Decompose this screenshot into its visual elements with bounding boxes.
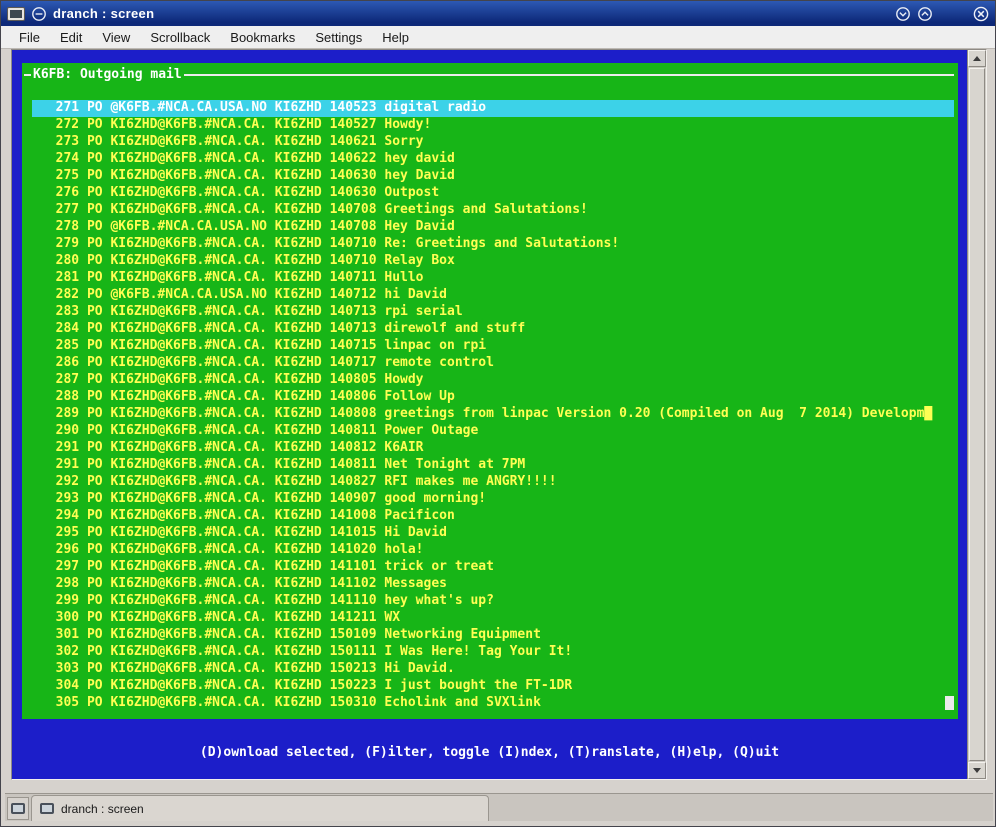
mail-row[interactable]: 272 PO KI6ZHD@K6FB.#NCA.CA. KI6ZHD 14052…: [32, 117, 954, 134]
menu-view[interactable]: View: [92, 28, 140, 47]
menubar: File Edit View Scrollback Bookmarks Sett…: [1, 26, 995, 49]
sticky-icon[interactable]: [31, 6, 47, 22]
mail-row[interactable]: 289 PO KI6ZHD@K6FB.#NCA.CA. KI6ZHD 14080…: [32, 406, 954, 423]
mail-row[interactable]: 280 PO KI6ZHD@K6FB.#NCA.CA. KI6ZHD 14071…: [32, 253, 954, 270]
mail-row[interactable]: 298 PO KI6ZHD@K6FB.#NCA.CA. KI6ZHD 14110…: [32, 576, 954, 593]
menu-file[interactable]: File: [9, 28, 50, 47]
terminal-widget: K6FB: Outgoing mail 271 PO @K6FB.#NCA.CA…: [11, 49, 987, 780]
mail-row[interactable]: 292 PO KI6ZHD@K6FB.#NCA.CA. KI6ZHD 14082…: [32, 474, 954, 491]
mail-row[interactable]: 288 PO KI6ZHD@K6FB.#NCA.CA. KI6ZHD 14080…: [32, 389, 954, 406]
mail-row[interactable]: 275 PO KI6ZHD@K6FB.#NCA.CA. KI6ZHD 14063…: [32, 168, 954, 185]
terminal-screen[interactable]: K6FB: Outgoing mail 271 PO @K6FB.#NCA.CA…: [12, 50, 967, 779]
status-line: (D)ownload selected, (F)ilter, toggle (I…: [199, 745, 780, 760]
arrow-down-icon: [973, 768, 981, 773]
mail-row[interactable]: 300 PO KI6ZHD@K6FB.#NCA.CA. KI6ZHD 14121…: [32, 610, 954, 627]
mail-row[interactable]: 284 PO KI6ZHD@K6FB.#NCA.CA. KI6ZHD 14071…: [32, 321, 954, 338]
panel-title: K6FB: Outgoing mail: [33, 67, 182, 82]
mail-row[interactable]: 286 PO KI6ZHD@K6FB.#NCA.CA. KI6ZHD 14071…: [32, 355, 954, 372]
mail-row[interactable]: 303 PO KI6ZHD@K6FB.#NCA.CA. KI6ZHD 15021…: [32, 661, 954, 678]
header-line-right: [183, 73, 954, 76]
mail-row[interactable]: 290 PO KI6ZHD@K6FB.#NCA.CA. KI6ZHD 14081…: [32, 423, 954, 440]
menu-edit[interactable]: Edit: [50, 28, 92, 47]
mail-row[interactable]: 302 PO KI6ZHD@K6FB.#NCA.CA. KI6ZHD 15011…: [32, 644, 954, 661]
maximize-button[interactable]: [917, 6, 933, 22]
menu-scrollback[interactable]: Scrollback: [140, 28, 220, 47]
mail-row[interactable]: 299 PO KI6ZHD@K6FB.#NCA.CA. KI6ZHD 14111…: [32, 593, 954, 610]
mail-row[interactable]: 276 PO KI6ZHD@K6FB.#NCA.CA. KI6ZHD 14063…: [32, 185, 954, 202]
mail-row[interactable]: 274 PO KI6ZHD@K6FB.#NCA.CA. KI6ZHD 14062…: [32, 151, 954, 168]
konsole-window: dranch : screen File Edit View Scrollbac…: [0, 0, 996, 827]
terminal-cursor: [945, 696, 954, 710]
scrollbar-thumb[interactable]: [969, 68, 985, 761]
close-button[interactable]: [973, 6, 989, 22]
window-title: dranch : screen: [53, 6, 155, 21]
mail-row[interactable]: 278 PO @K6FB.#NCA.CA.USA.NO KI6ZHD 14070…: [32, 219, 954, 236]
session-tabbar: dranch : screen: [5, 793, 993, 821]
mail-row[interactable]: 283 PO KI6ZHD@K6FB.#NCA.CA. KI6ZHD 14071…: [32, 304, 954, 321]
mail-row[interactable]: 291 PO KI6ZHD@K6FB.#NCA.CA. KI6ZHD 14081…: [32, 440, 954, 457]
arrow-up-icon: [973, 56, 981, 61]
new-session-button[interactable]: [7, 797, 29, 820]
header-line-left: [24, 73, 31, 76]
mail-row[interactable]: 301 PO KI6ZHD@K6FB.#NCA.CA. KI6ZHD 15010…: [32, 627, 954, 644]
mail-row[interactable]: 277 PO KI6ZHD@K6FB.#NCA.CA. KI6ZHD 14070…: [32, 202, 954, 219]
session-tab-label: dranch : screen: [61, 801, 144, 816]
minimize-button[interactable]: [895, 6, 911, 22]
terminal-tab-icon: [40, 803, 54, 814]
scrollbar[interactable]: [967, 50, 986, 779]
mail-list: 271 PO @K6FB.#NCA.CA.USA.NO KI6ZHD 14052…: [32, 100, 954, 712]
mail-row[interactable]: 295 PO KI6ZHD@K6FB.#NCA.CA. KI6ZHD 14101…: [32, 525, 954, 542]
menu-settings[interactable]: Settings: [305, 28, 372, 47]
titlebar[interactable]: dranch : screen: [1, 1, 995, 26]
mail-row[interactable]: 285 PO KI6ZHD@K6FB.#NCA.CA. KI6ZHD 14071…: [32, 338, 954, 355]
terminal-session-icon: [11, 803, 25, 814]
session-tab[interactable]: dranch : screen: [31, 795, 489, 821]
mail-row[interactable]: 293 PO KI6ZHD@K6FB.#NCA.CA. KI6ZHD 14090…: [32, 491, 954, 508]
mail-row[interactable]: 279 PO KI6ZHD@K6FB.#NCA.CA. KI6ZHD 14071…: [32, 236, 954, 253]
mail-row[interactable]: 296 PO KI6ZHD@K6FB.#NCA.CA. KI6ZHD 14102…: [32, 542, 954, 559]
mail-row[interactable]: 287 PO KI6ZHD@K6FB.#NCA.CA. KI6ZHD 14080…: [32, 372, 954, 389]
mail-row[interactable]: 305 PO KI6ZHD@K6FB.#NCA.CA. KI6ZHD 15031…: [32, 695, 954, 712]
menu-help[interactable]: Help: [372, 28, 419, 47]
mail-row[interactable]: 282 PO @K6FB.#NCA.CA.USA.NO KI6ZHD 14071…: [32, 287, 954, 304]
mail-row[interactable]: 294 PO KI6ZHD@K6FB.#NCA.CA. KI6ZHD 14100…: [32, 508, 954, 525]
scroll-down-button[interactable]: [968, 762, 986, 779]
mail-row[interactable]: 273 PO KI6ZHD@K6FB.#NCA.CA. KI6ZHD 14062…: [32, 134, 954, 151]
mail-row[interactable]: 281 PO KI6ZHD@K6FB.#NCA.CA. KI6ZHD 14071…: [32, 270, 954, 287]
mail-row[interactable]: 291 PO KI6ZHD@K6FB.#NCA.CA. KI6ZHD 14081…: [32, 457, 954, 474]
konsole-app-icon: [7, 6, 25, 21]
outgoing-mail-panel: K6FB: Outgoing mail 271 PO @K6FB.#NCA.CA…: [22, 63, 958, 719]
mail-row[interactable]: 297 PO KI6ZHD@K6FB.#NCA.CA. KI6ZHD 14110…: [32, 559, 954, 576]
panel-header: K6FB: Outgoing mail: [22, 66, 958, 83]
mail-row[interactable]: 271 PO @K6FB.#NCA.CA.USA.NO KI6ZHD 14052…: [32, 100, 954, 117]
menu-bookmarks[interactable]: Bookmarks: [220, 28, 305, 47]
mail-row[interactable]: 304 PO KI6ZHD@K6FB.#NCA.CA. KI6ZHD 15022…: [32, 678, 954, 695]
scroll-up-button[interactable]: [968, 50, 986, 67]
